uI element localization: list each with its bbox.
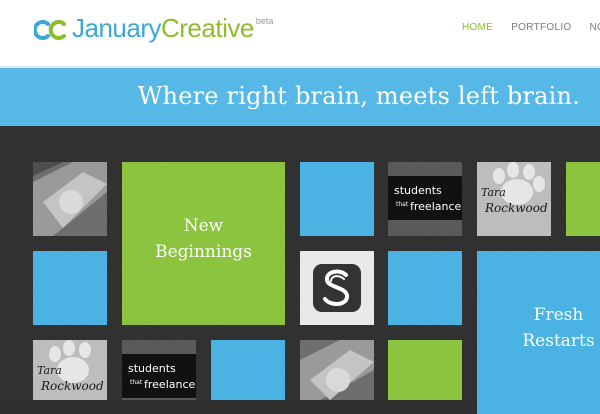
tagline: Where right brain, meets left brain. [137,82,580,110]
logo-creative: Creative [161,13,254,43]
tile-fresh-restarts[interactable]: Fresh Restarts [477,251,600,414]
green-tile[interactable] [388,340,462,400]
tara-line1: Tara [481,186,506,199]
site-header: JanuaryCreative beta HOME PORTFOLIO NOTE… [0,0,600,66]
portfolio-grid: New Beginnings students that freelance T… [0,124,600,414]
sf-line2: that [130,379,143,386]
nav-portfolio[interactable]: PORTFOLIO [511,22,571,33]
new-beginnings-line2: Beginnings [155,242,252,262]
fresh-restarts-line1: Fresh [533,305,584,325]
blue-tile[interactable] [211,340,285,400]
tile-new-beginnings[interactable]: New Beginnings [122,162,285,325]
main-nav: HOME PORTFOLIO NOTEB [462,22,600,33]
sf-line1: students [394,184,442,197]
site-logo[interactable]: JanuaryCreative beta [34,12,273,42]
sf-line3: freelance [410,200,462,213]
blue-tile[interactable] [300,162,374,236]
new-beginnings-line1: New [183,216,224,236]
sf-line1: students [128,362,176,375]
green-tile-edge[interactable] [566,162,600,236]
nav-home[interactable]: HOME [462,22,493,33]
sf-line3: freelance [144,378,196,391]
cloth-photo-image [300,340,374,400]
nav-notebook[interactable]: NOTEB [590,22,600,33]
photo-tile-students-freelance[interactable]: students that freelance [122,340,196,400]
photo-tile-tara-rockwood[interactable]: Tara Rockwood [33,340,107,400]
tagline-banner: Where right brain, meets left brain. [0,66,600,126]
beta-badge: beta [255,16,274,26]
tara-rockwood-image: Tara Rockwood [477,162,551,236]
students-freelance-image: students that freelance [388,162,462,236]
logo-january: January [72,13,162,43]
photo-tile-cloth[interactable] [300,340,374,400]
logo-text: JanuaryCreative [72,14,254,42]
tara-line1: Tara [37,364,62,377]
tara-rockwood-image: Tara Rockwood [33,340,107,400]
students-freelance-image: students that freelance [122,340,196,400]
fresh-restarts-line2: Restarts [522,331,595,351]
photo-tile-tara-rockwood[interactable]: Tara Rockwood [477,162,551,236]
tara-line2: Rockwood [40,379,104,393]
blue-tile[interactable] [388,251,462,325]
cloth-photo-image [33,162,107,236]
s-logo-icon [300,251,374,325]
tile-s-logo[interactable] [300,251,374,325]
photo-tile-cloth[interactable] [33,162,107,236]
tara-line2: Rockwood [484,201,548,215]
blue-tile[interactable] [33,251,107,325]
logo-mark-icon [34,20,66,40]
photo-tile-students-freelance[interactable]: students that freelance [388,162,462,236]
sf-line2: that [396,201,409,208]
